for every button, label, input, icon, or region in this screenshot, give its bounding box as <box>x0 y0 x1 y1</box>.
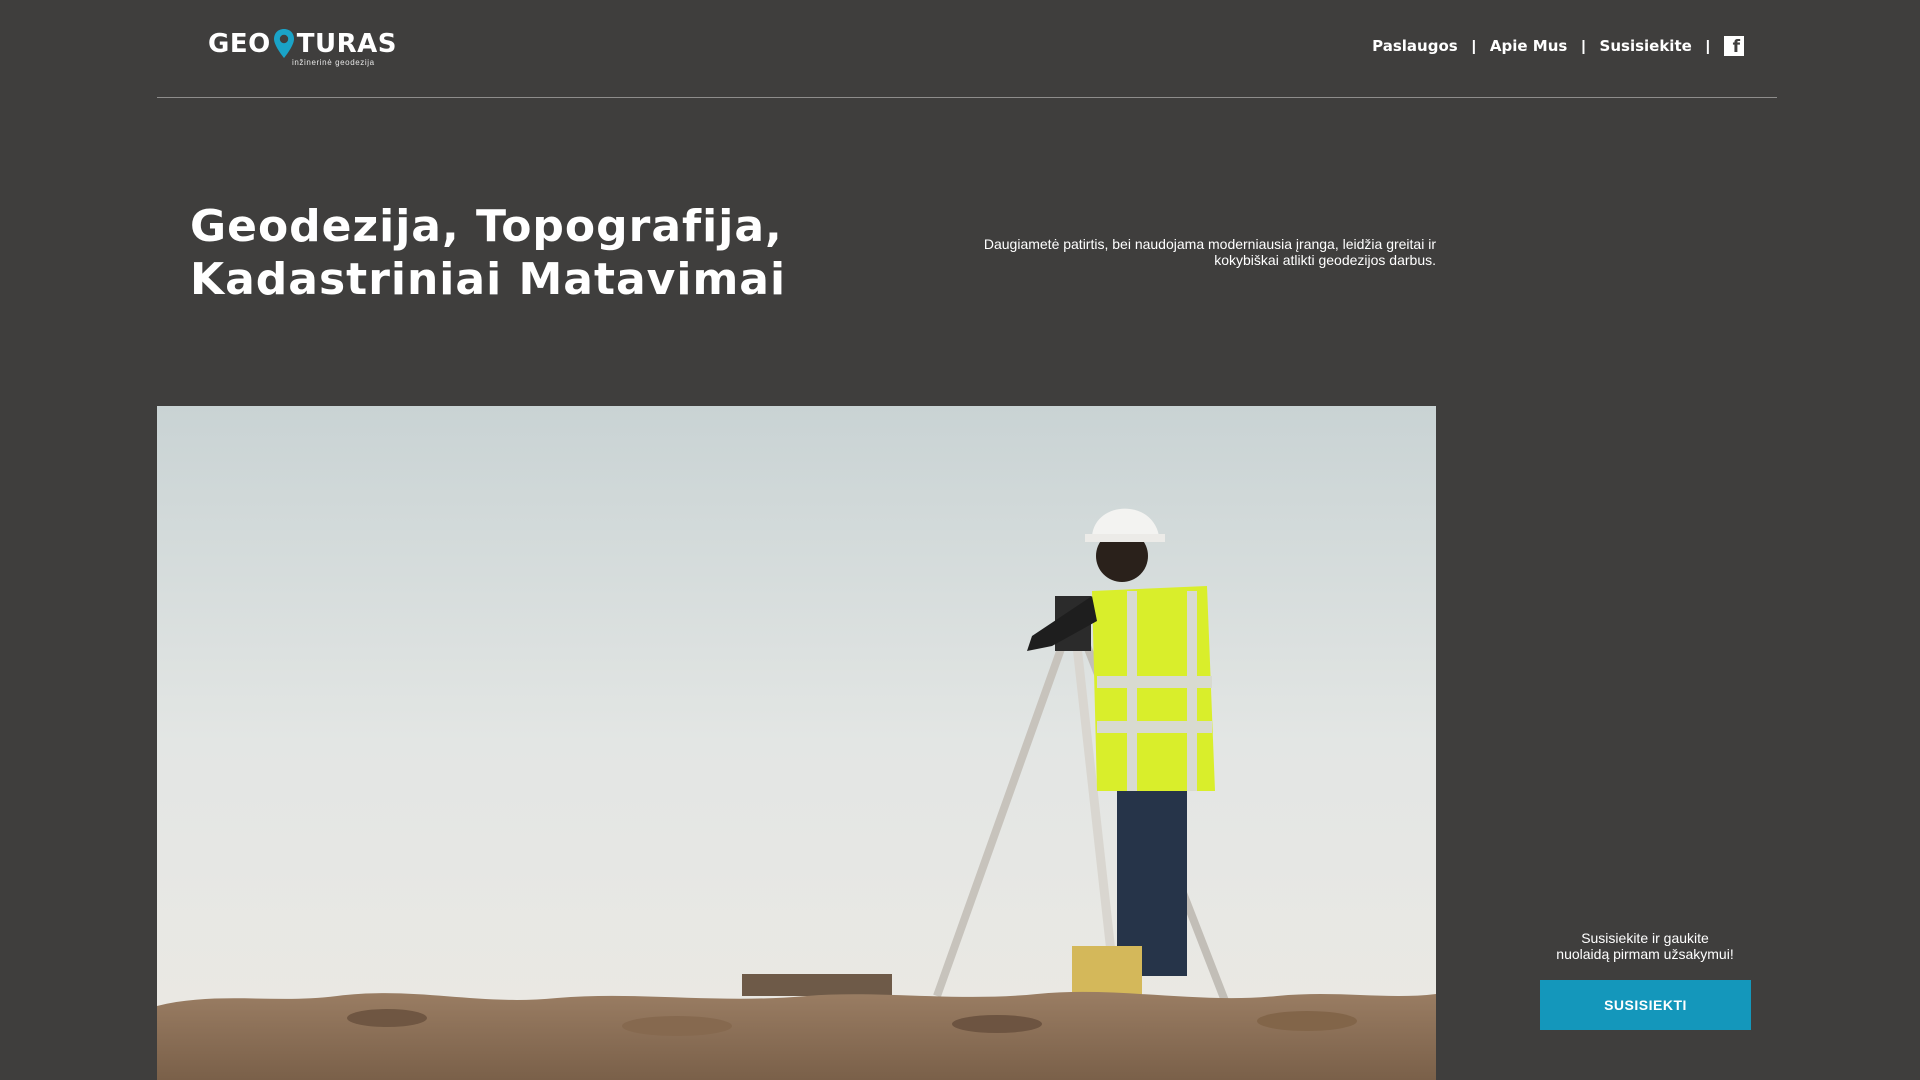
cta-text-line-1: Susisiekite ir gaukite <box>1581 930 1709 946</box>
hero-description: Daugiametė patirtis, bei naudojama moder… <box>983 236 1436 268</box>
logo-text-right: TURAS <box>296 29 397 59</box>
nav-separator: | <box>1705 37 1710 55</box>
nav-separator: | <box>1581 37 1586 55</box>
logo-text-left: GEO <box>208 29 271 59</box>
nav-item-susisiekite[interactable]: Susisiekite <box>1600 37 1692 55</box>
hero-title: Geodezija, Topografija, Kadastriniai Mat… <box>190 200 786 306</box>
site-logo[interactable]: GEO TURAS inžinerinė geodezija <box>208 28 397 67</box>
logo-wordmark: GEO TURAS <box>208 28 397 60</box>
cta-text-line-2: nuolaidą pirmam užsakymui! <box>1556 946 1734 962</box>
facebook-icon[interactable]: f <box>1724 36 1744 56</box>
page: GEO TURAS inžinerinė geodezija Paslaugos… <box>0 0 1920 1080</box>
nav-item-paslaugos[interactable]: Paslaugos <box>1372 37 1458 55</box>
main-nav: Paslaugos | Apie Mus | Susisiekite | f <box>1372 36 1744 56</box>
hero-image-surveyor <box>157 406 1436 1080</box>
hero-title-line-1: Geodezija, Topografija, <box>190 201 783 252</box>
logo-tagline: inžinerinė geodezija <box>292 58 375 67</box>
cta-text: Susisiekite ir gaukite nuolaidą pirmam u… <box>1530 930 1760 962</box>
nav-item-apie-mus[interactable]: Apie Mus <box>1490 37 1567 55</box>
contact-button[interactable]: SUSISIEKTI <box>1540 980 1751 1030</box>
hero-title-line-2: Kadastriniai Matavimai <box>190 254 787 305</box>
nav-separator: | <box>1471 37 1476 55</box>
location-pin-icon <box>273 29 294 58</box>
header-divider <box>157 97 1777 98</box>
